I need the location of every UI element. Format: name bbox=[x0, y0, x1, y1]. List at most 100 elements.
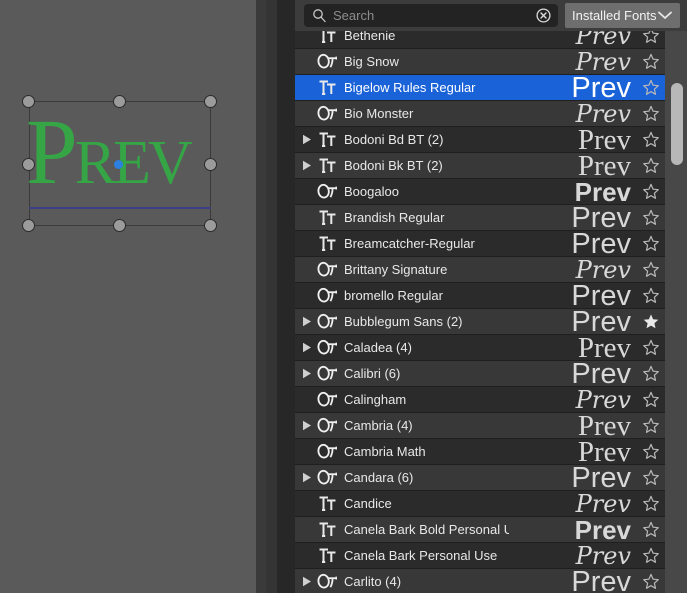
font-name-label: Carlito (4) bbox=[344, 574, 402, 589]
truetype-format-icon bbox=[316, 547, 340, 564]
resize-handle-middle-left[interactable] bbox=[22, 158, 35, 171]
expand-arrow-icon[interactable] bbox=[298, 134, 316, 145]
search-field-wrapper[interactable] bbox=[304, 4, 558, 27]
font-list-row[interactable]: Bio Monster Prev bbox=[295, 101, 665, 127]
font-list-row[interactable]: Candara (6) Prev bbox=[295, 465, 665, 491]
font-name-label: Caladea (4) bbox=[344, 340, 412, 355]
font-list-row[interactable]: Candice Prev bbox=[295, 491, 665, 517]
favorite-star-outline-icon[interactable] bbox=[637, 231, 665, 256]
canvas-text-rest: REV bbox=[74, 129, 193, 197]
font-list-row[interactable]: Brittany Signature Prev bbox=[295, 257, 665, 283]
expand-arrow-icon[interactable] bbox=[298, 316, 316, 327]
design-canvas[interactable]: PREV bbox=[0, 0, 256, 593]
favorite-star-outline-icon[interactable] bbox=[637, 179, 665, 204]
font-list[interactable]: Bethenie Prev Big Snow Prev Bigelow Rules Re… bbox=[295, 31, 687, 593]
favorite-star-outline-icon[interactable] bbox=[637, 491, 665, 516]
favorite-star-outline-icon[interactable] bbox=[637, 283, 665, 308]
font-list-row[interactable]: Big Snow Prev bbox=[295, 49, 665, 75]
canvas-text-object[interactable]: PREV bbox=[26, 78, 226, 228]
font-list-row[interactable]: Canela Bark Bold Personal Use Prev bbox=[295, 517, 665, 543]
font-name-label: Cambria (4) bbox=[344, 418, 413, 433]
opentype-format-icon bbox=[316, 287, 340, 304]
font-preview-text: Prev bbox=[575, 257, 631, 283]
font-name-label: Bubblegum Sans (2) bbox=[344, 314, 463, 329]
truetype-format-icon bbox=[316, 209, 340, 226]
favorite-star-outline-icon[interactable] bbox=[637, 31, 665, 48]
font-name-label: Bodoni Bd BT (2) bbox=[344, 132, 444, 147]
font-list-row[interactable]: Bethenie Prev bbox=[295, 31, 665, 49]
resize-handle-bottom-right[interactable] bbox=[204, 219, 217, 232]
favorite-star-outline-icon[interactable] bbox=[637, 517, 665, 542]
resize-handle-middle-right[interactable] bbox=[204, 158, 217, 171]
resize-handle-top-center[interactable] bbox=[113, 95, 126, 108]
font-list-row[interactable]: Calingham Prev bbox=[295, 387, 665, 413]
expand-arrow-icon[interactable] bbox=[298, 472, 316, 483]
font-list-scrollbar-thumb[interactable] bbox=[671, 83, 683, 165]
favorite-star-outline-icon[interactable] bbox=[637, 75, 665, 100]
favorite-star-outline-icon[interactable] bbox=[637, 335, 665, 360]
font-preview-text: Prev bbox=[571, 569, 631, 593]
font-list-row[interactable]: Bigelow Rules Regular Prev bbox=[295, 75, 665, 101]
resize-handle-top-right[interactable] bbox=[204, 95, 217, 108]
font-preview-text: Prev bbox=[575, 31, 631, 49]
favorite-star-outline-icon[interactable] bbox=[637, 49, 665, 74]
font-panel-toolbar: Installed Fonts bbox=[295, 0, 687, 31]
font-list-row[interactable]: Caladea (4) Prev bbox=[295, 335, 665, 361]
expand-arrow-icon[interactable] bbox=[298, 368, 316, 379]
opentype-format-icon bbox=[316, 573, 340, 590]
font-list-row[interactable]: Brandish Regular Prev bbox=[295, 205, 665, 231]
transform-pivot-point[interactable] bbox=[114, 160, 123, 169]
font-preview-text: Prev bbox=[575, 543, 631, 569]
favorite-star-outline-icon[interactable] bbox=[637, 361, 665, 386]
expand-arrow-icon[interactable] bbox=[298, 160, 316, 171]
font-list-rows: Bethenie Prev Big Snow Prev Bigelow Rules Re… bbox=[295, 31, 687, 593]
favorite-star-outline-icon[interactable] bbox=[637, 127, 665, 152]
font-name-label: Bigelow Rules Regular bbox=[344, 80, 476, 95]
font-name-label: Canela Bark Bold Personal Use bbox=[344, 522, 509, 537]
resize-handle-top-left[interactable] bbox=[22, 95, 35, 108]
font-list-row[interactable]: bromello Regular Prev bbox=[295, 283, 665, 309]
font-source-dropdown[interactable]: Installed Fonts bbox=[565, 3, 680, 28]
expand-arrow-icon[interactable] bbox=[298, 342, 316, 353]
font-preview-text: Prev bbox=[575, 101, 631, 127]
canvas-vertical-scrollbar-track[interactable] bbox=[266, 0, 543, 593]
expand-arrow-icon[interactable] bbox=[298, 420, 316, 431]
favorite-star-outline-icon[interactable] bbox=[637, 153, 665, 178]
opentype-format-icon bbox=[316, 261, 340, 278]
font-list-row[interactable]: Calibri (6) Prev bbox=[295, 361, 665, 387]
favorite-star-outline-icon[interactable] bbox=[637, 413, 665, 438]
favorite-star-outline-icon[interactable] bbox=[637, 205, 665, 230]
font-list-row[interactable]: Boogaloo Prev bbox=[295, 179, 665, 205]
font-list-row[interactable]: Cambria (4) Prev bbox=[295, 413, 665, 439]
opentype-format-icon bbox=[316, 53, 340, 70]
favorite-star-outline-icon[interactable] bbox=[637, 465, 665, 490]
expand-arrow-icon[interactable] bbox=[298, 576, 316, 587]
font-list-row[interactable]: Bodoni Bd BT (2) Prev bbox=[295, 127, 665, 153]
font-list-row[interactable]: Bubblegum Sans (2) Prev bbox=[295, 309, 665, 335]
font-list-row[interactable]: Carlito (4) Prev bbox=[295, 569, 665, 593]
font-preview-text: Prev bbox=[571, 75, 631, 101]
font-list-row[interactable]: Breamcatcher-Regular Prev bbox=[295, 231, 665, 257]
font-list-row[interactable]: Cambria Math Prev bbox=[295, 439, 665, 465]
favorite-star-outline-icon[interactable] bbox=[637, 101, 665, 126]
font-list-scrollbar-track[interactable] bbox=[665, 31, 687, 593]
favorite-star-outline-icon[interactable] bbox=[637, 257, 665, 282]
favorite-star-outline-icon[interactable] bbox=[637, 439, 665, 464]
font-list-row[interactable]: Bodoni Bk BT (2) Prev bbox=[295, 153, 665, 179]
search-input[interactable] bbox=[327, 8, 533, 23]
favorite-star-outline-icon[interactable] bbox=[637, 387, 665, 412]
favorite-star-outline-icon[interactable] bbox=[637, 569, 665, 593]
font-list-row[interactable]: Canela Bark Personal Use Prev bbox=[295, 543, 665, 569]
font-preview-text: Prev bbox=[575, 49, 631, 75]
favorite-star-filled-icon[interactable] bbox=[637, 309, 665, 334]
font-name-label: Bodoni Bk BT (2) bbox=[344, 158, 443, 173]
truetype-format-icon bbox=[316, 521, 340, 538]
favorite-star-outline-icon[interactable] bbox=[637, 543, 665, 568]
font-preview-text: Prev bbox=[574, 517, 631, 543]
resize-handle-bottom-center[interactable] bbox=[113, 219, 126, 232]
clear-search-icon[interactable] bbox=[533, 6, 553, 26]
chevron-down-icon bbox=[657, 7, 673, 25]
font-name-label: Breamcatcher-Regular bbox=[344, 236, 475, 251]
font-preview-text: Prev bbox=[571, 309, 631, 335]
resize-handle-bottom-left[interactable] bbox=[22, 219, 35, 232]
